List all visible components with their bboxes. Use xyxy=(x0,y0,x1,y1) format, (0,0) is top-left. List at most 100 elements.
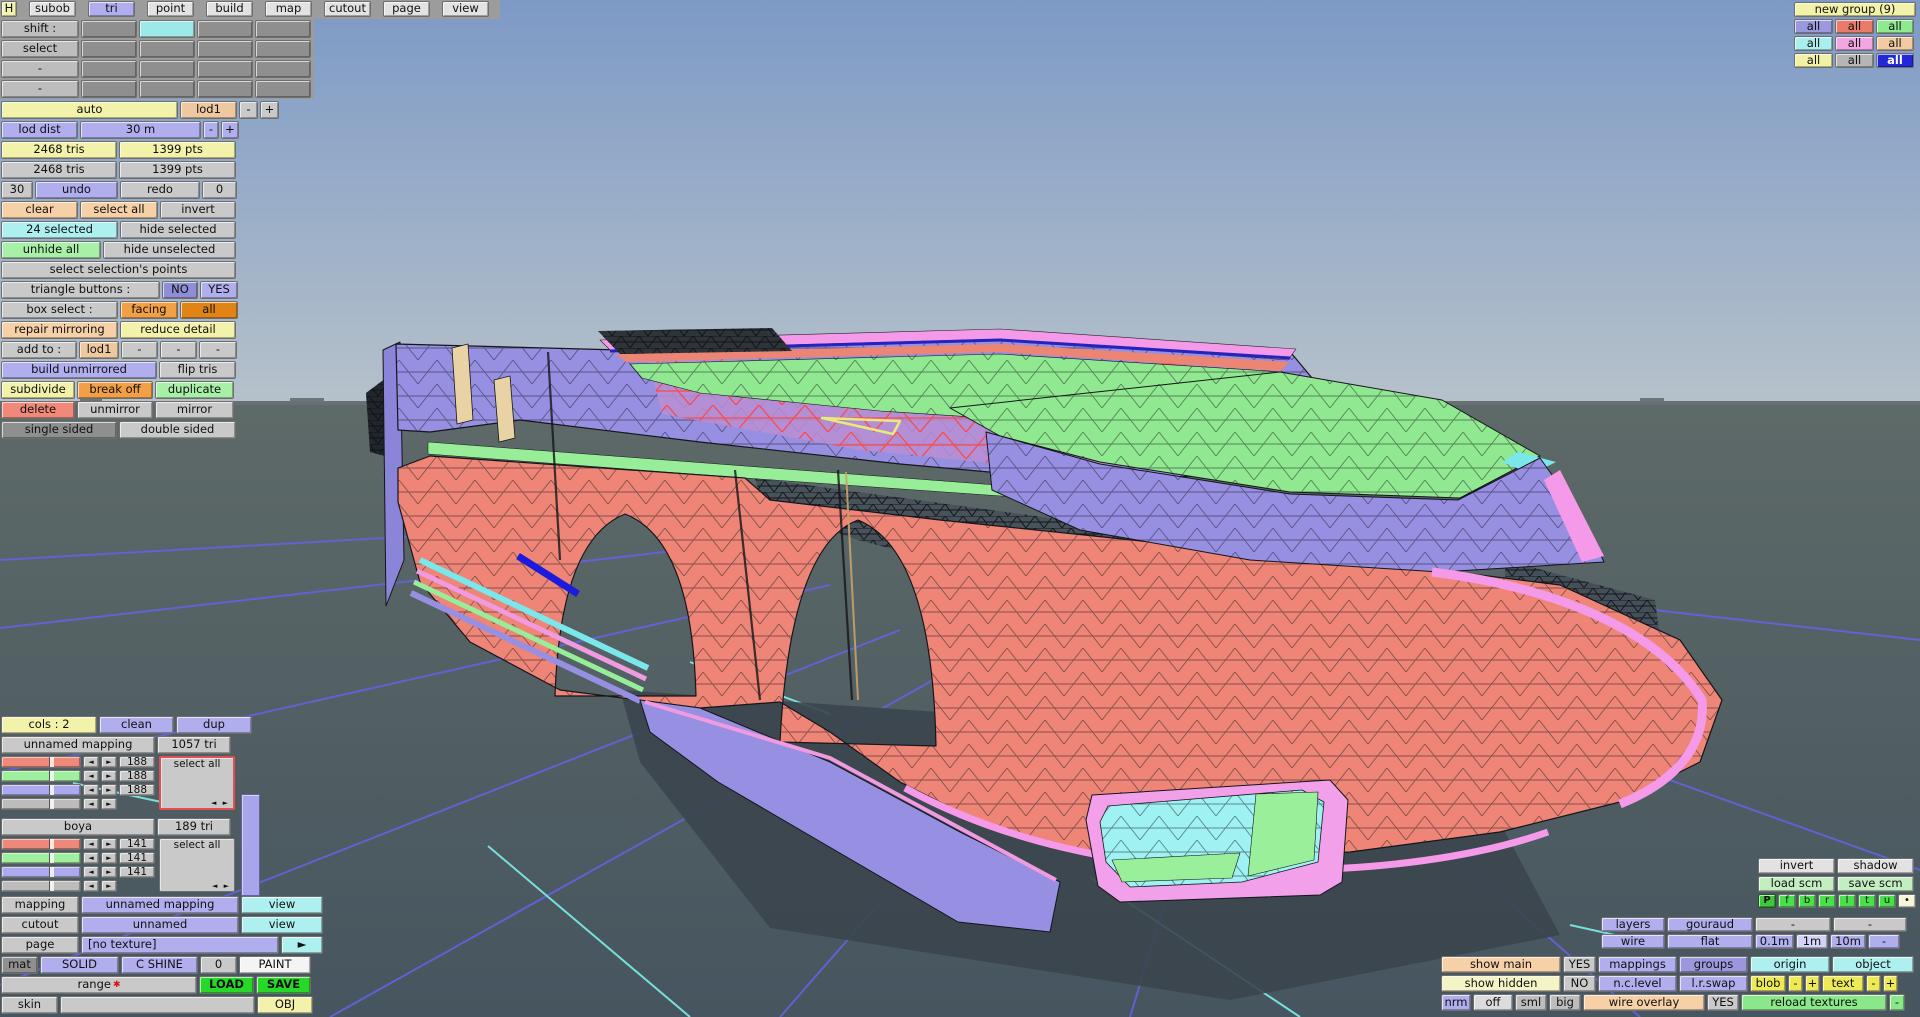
nrm-button[interactable]: nrm xyxy=(1441,994,1471,1011)
slider-right-arrow[interactable]: ► xyxy=(101,852,117,864)
cutout-name-button[interactable]: unnamed xyxy=(81,916,239,934)
origin-button[interactable]: origin xyxy=(1750,956,1830,973)
blob-minus-button[interactable]: - xyxy=(1788,975,1803,992)
mat-cshine-button[interactable]: C SHINE xyxy=(121,956,198,974)
dist-1m-button-active[interactable]: 1m xyxy=(1796,934,1828,949)
page-arrows[interactable]: ◄ ► xyxy=(212,882,234,891)
duplicate-button[interactable]: duplicate xyxy=(155,381,234,399)
select-selections-points-button[interactable]: select selection's points xyxy=(1,261,236,279)
triangle-buttons-no[interactable]: NO xyxy=(162,281,198,299)
shadow-button[interactable]: shadow xyxy=(1837,858,1914,874)
clear-button[interactable]: clear xyxy=(1,201,78,219)
grid-cell[interactable] xyxy=(139,80,195,98)
reload-textures-button[interactable]: reload textures xyxy=(1741,994,1887,1011)
triangle-buttons-yes[interactable]: YES xyxy=(200,281,238,299)
dash-row-label[interactable]: - xyxy=(1,60,79,78)
green-channel-slider[interactable] xyxy=(1,852,81,864)
select-label[interactable]: select xyxy=(1,40,79,58)
layer-slot[interactable]: - xyxy=(1833,917,1907,932)
invert-shadow-button[interactable]: invert xyxy=(1758,858,1835,874)
grid-cell[interactable] xyxy=(197,40,253,58)
group-all-button-active[interactable]: all xyxy=(1876,53,1914,68)
material-name[interactable]: unnamed mapping xyxy=(1,736,155,754)
group-all-button[interactable]: all xyxy=(1794,36,1833,51)
groups-button[interactable]: groups xyxy=(1679,956,1748,973)
dist-slot[interactable]: - xyxy=(1868,934,1900,949)
blue-value[interactable]: 188 xyxy=(119,784,155,796)
blob-button[interactable]: blob xyxy=(1750,975,1786,992)
proj-b-button[interactable]: b xyxy=(1798,894,1816,908)
flip-tris-button[interactable]: flip tris xyxy=(159,361,236,379)
grid-cell[interactable] xyxy=(139,40,195,58)
show-main-button[interactable]: show main xyxy=(1441,956,1561,973)
dash-row-label[interactable]: - xyxy=(1,80,79,98)
lr-swap-button[interactable]: l.r.swap xyxy=(1679,975,1748,992)
wire-button[interactable]: wire xyxy=(1601,934,1665,949)
dist-01m-button[interactable]: 0.1m xyxy=(1755,934,1794,949)
skin-button[interactable]: skin xyxy=(1,996,58,1014)
lod-minus-button[interactable]: - xyxy=(239,101,258,119)
proj-p-button[interactable]: P xyxy=(1758,894,1776,908)
slider-left-arrow[interactable]: ◄ xyxy=(83,756,99,768)
reload-slot[interactable]: - xyxy=(1889,994,1905,1011)
delete-button[interactable]: delete xyxy=(1,401,75,419)
green-channel-slider[interactable] xyxy=(1,770,81,782)
mirror-button[interactable]: mirror xyxy=(155,401,234,419)
obj-button[interactable]: OBJ xyxy=(257,996,313,1014)
dup-button[interactable]: dup xyxy=(176,716,252,734)
lod1-button[interactable]: lod1 xyxy=(180,101,237,119)
group-all-button[interactable]: all xyxy=(1876,19,1914,34)
grid-cell[interactable] xyxy=(81,60,137,78)
mappings-button[interactable]: mappings xyxy=(1598,956,1677,973)
alpha-channel-slider[interactable] xyxy=(1,798,81,810)
box-select-facing[interactable]: facing xyxy=(120,301,178,319)
skin-name-field[interactable] xyxy=(60,996,255,1014)
cols-button[interactable]: cols : 2 xyxy=(1,716,97,734)
nrm-off-button-active[interactable]: off xyxy=(1473,994,1513,1011)
hide-selected-button[interactable]: hide selected xyxy=(120,221,236,239)
wire-overlay-state[interactable]: YES xyxy=(1707,994,1739,1011)
alpha-channel-slider[interactable] xyxy=(1,880,81,892)
flat-button[interactable]: flat xyxy=(1667,934,1753,949)
undo-button[interactable]: undo xyxy=(35,181,118,199)
menu-build[interactable]: build xyxy=(206,1,253,17)
add-to-slot[interactable]: - xyxy=(121,341,158,359)
grid-cell[interactable] xyxy=(255,20,311,38)
lod-plus-button[interactable]: + xyxy=(260,101,279,119)
grid-cell[interactable] xyxy=(255,80,311,98)
object-button[interactable]: object xyxy=(1832,956,1914,973)
green-value[interactable]: 188 xyxy=(119,770,155,782)
grid-cell[interactable] xyxy=(255,40,311,58)
mapping-view-button[interactable]: view xyxy=(241,896,323,914)
mat-solid-button[interactable]: SOLID xyxy=(40,956,119,974)
single-sided-button[interactable]: single sided xyxy=(1,421,117,439)
grid-cell[interactable] xyxy=(139,60,195,78)
unmirror-button[interactable]: unmirror xyxy=(77,401,153,419)
proj-dot-button[interactable]: • xyxy=(1898,894,1916,908)
slider-right-arrow[interactable]: ► xyxy=(101,770,117,782)
slider-right-arrow[interactable]: ► xyxy=(101,798,117,810)
add-to-slot[interactable]: - xyxy=(160,341,197,359)
slider-left-arrow[interactable]: ◄ xyxy=(83,880,99,892)
slider-right-arrow[interactable]: ► xyxy=(101,880,117,892)
box-select-all[interactable]: all xyxy=(180,301,238,319)
text-minus-button[interactable]: - xyxy=(1866,975,1881,992)
slider-left-arrow[interactable]: ◄ xyxy=(83,798,99,810)
lod-dist-plus[interactable]: + xyxy=(221,121,239,139)
blue-channel-slider[interactable] xyxy=(1,866,81,878)
slider-right-arrow[interactable]: ► xyxy=(101,866,117,878)
red-channel-slider[interactable] xyxy=(1,756,81,768)
blue-value[interactable]: 141 xyxy=(119,866,155,878)
proj-r-button[interactable]: r xyxy=(1818,894,1836,908)
text-button[interactable]: text xyxy=(1822,975,1864,992)
menu-view[interactable]: view xyxy=(442,1,489,17)
materials-scrollbar[interactable] xyxy=(241,794,260,896)
material-select-all[interactable]: select all ◄ ► xyxy=(159,756,235,810)
clean-button[interactable]: clean xyxy=(99,716,174,734)
group-all-button[interactable]: all xyxy=(1794,19,1833,34)
unhide-all-button[interactable]: unhide all xyxy=(1,241,101,259)
dist-10m-button[interactable]: 10m xyxy=(1830,934,1866,949)
build-unmirrored-button[interactable]: build unmirrored xyxy=(1,361,157,379)
red-value[interactable]: 141 xyxy=(119,838,155,850)
group-all-button[interactable]: all xyxy=(1835,19,1874,34)
